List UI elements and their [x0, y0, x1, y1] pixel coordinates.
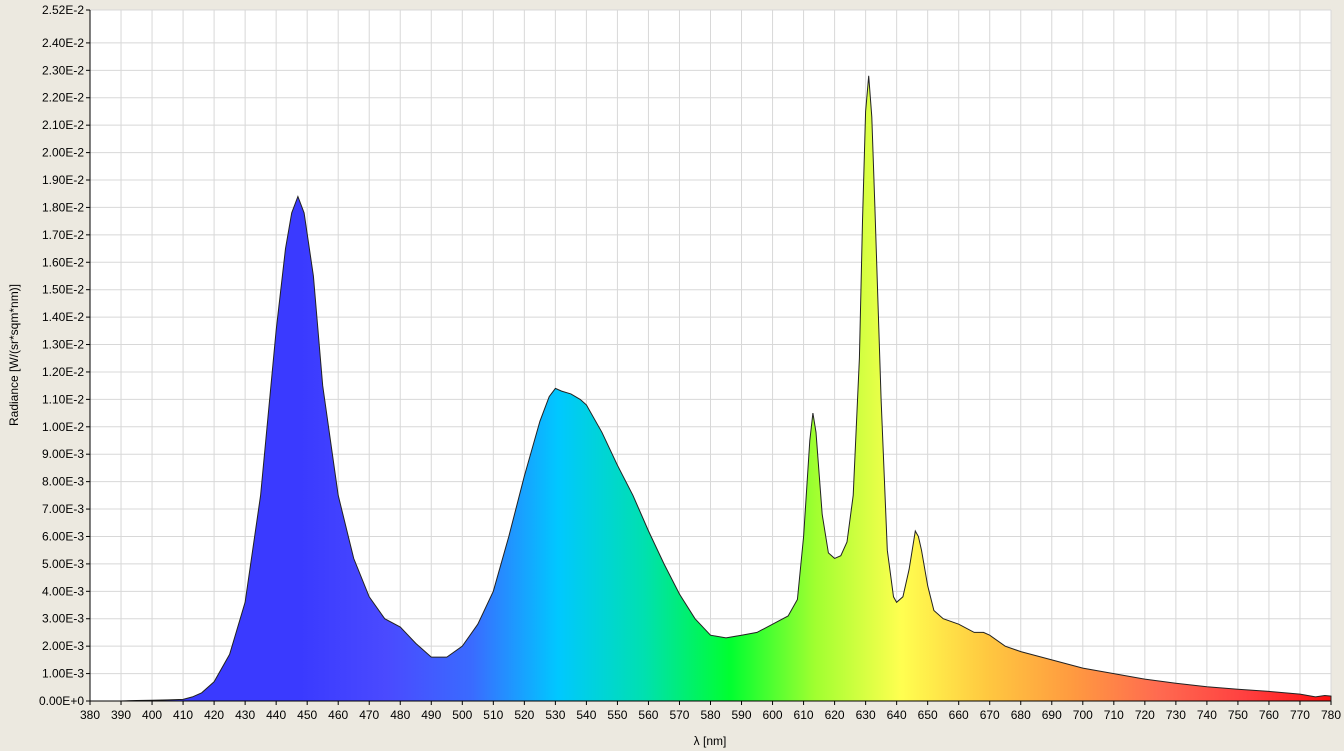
- y-tick-label: 1.00E-2: [42, 420, 84, 434]
- x-tick-label: 380: [80, 708, 100, 722]
- x-tick-label: 720: [1135, 708, 1155, 722]
- x-tick-label: 670: [980, 708, 1000, 722]
- x-tick-label: 640: [887, 708, 907, 722]
- x-tick-label: 580: [700, 708, 720, 722]
- y-tick-label: 9.00E-3: [42, 447, 84, 461]
- x-tick-label: 490: [421, 708, 441, 722]
- y-tick-label: 4.00E-3: [42, 584, 84, 598]
- x-tick-label: 510: [483, 708, 503, 722]
- y-tick-label: 2.10E-2: [42, 118, 84, 132]
- y-tick-label: 1.20E-2: [42, 365, 84, 379]
- x-tick-label: 550: [607, 708, 627, 722]
- x-tick-label: 480: [390, 708, 410, 722]
- x-tick-label: 770: [1290, 708, 1310, 722]
- x-tick-label: 650: [918, 708, 938, 722]
- x-tick-label: 570: [669, 708, 689, 722]
- y-tick-label: 2.00E-3: [42, 639, 84, 653]
- x-tick-label: 450: [297, 708, 317, 722]
- x-tick-label: 760: [1259, 708, 1279, 722]
- x-tick-label: 750: [1228, 708, 1248, 722]
- x-tick-label: 780: [1321, 708, 1341, 722]
- x-tick-label: 540: [576, 708, 596, 722]
- x-tick-label: 630: [856, 708, 876, 722]
- x-tick-label: 620: [825, 708, 845, 722]
- y-tick-label: 1.90E-2: [42, 173, 84, 187]
- y-tick-label: 1.60E-2: [42, 255, 84, 269]
- y-tick-label: 1.80E-2: [42, 200, 84, 214]
- y-tick-label: 3.00E-3: [42, 612, 84, 626]
- y-tick-label: 5.00E-3: [42, 557, 84, 571]
- y-tick-label: 2.52E-2: [42, 3, 84, 17]
- radiance-spectrum-chart: 0.00E+0 1.00E-3 2.00E-3 3.00E-3 4.00E-3 5.00E…: [7, 3, 1341, 748]
- x-tick-label: 740: [1197, 708, 1217, 722]
- x-tick-label: 390: [111, 708, 131, 722]
- x-tick-label: 560: [638, 708, 658, 722]
- y-tick-label: 1.50E-2: [42, 283, 84, 297]
- y-tick-label: 0.00E+0: [39, 694, 84, 708]
- x-tick-label: 700: [1073, 708, 1093, 722]
- x-tick-label: 420: [204, 708, 224, 722]
- y-tick-label: 6.00E-3: [42, 529, 84, 543]
- x-tick-label: 690: [1042, 708, 1062, 722]
- x-tick-label: 520: [514, 708, 534, 722]
- x-tick-label: 680: [1011, 708, 1031, 722]
- x-tick-label: 530: [545, 708, 565, 722]
- x-tick-label: 470: [359, 708, 379, 722]
- y-tick-label: 2.40E-2: [42, 36, 84, 50]
- x-tick-label: 430: [235, 708, 255, 722]
- y-tick-labels: 0.00E+0 1.00E-3 2.00E-3 3.00E-3 4.00E-3 5.00E…: [39, 3, 84, 708]
- x-tick-label: 590: [732, 708, 752, 722]
- x-tick-label: 440: [266, 708, 286, 722]
- y-tick-label: 2.30E-2: [42, 63, 84, 77]
- y-tick-label: 2.20E-2: [42, 91, 84, 105]
- x-tick-labels: 380 390 400 410 420 430 440 450 460 470 480 490 500 5…: [80, 708, 1341, 722]
- y-tick-label: 7.00E-3: [42, 502, 84, 516]
- x-tick-label: 410: [173, 708, 193, 722]
- y-axis-title: Radiance [W/(sr*sqm*nm)]: [7, 284, 21, 426]
- x-tick-label: 730: [1166, 708, 1186, 722]
- y-tick-label: 1.70E-2: [42, 228, 84, 242]
- y-tick-label: 8.00E-3: [42, 475, 84, 489]
- x-tick-label: 600: [763, 708, 783, 722]
- y-tick-label: 2.00E-2: [42, 146, 84, 160]
- y-tick-label: 1.00E-3: [42, 667, 84, 681]
- y-tick-label: 1.40E-2: [42, 310, 84, 324]
- x-tick-label: 710: [1104, 708, 1124, 722]
- x-tick-label: 400: [142, 708, 162, 722]
- x-tick-label: 500: [452, 708, 472, 722]
- x-axis-title: λ [nm]: [694, 734, 727, 748]
- y-tick-label: 1.10E-2: [42, 392, 84, 406]
- x-tick-label: 610: [794, 708, 814, 722]
- x-tick-label: 660: [949, 708, 969, 722]
- x-tick-label: 460: [328, 708, 348, 722]
- y-tick-label: 1.30E-2: [42, 338, 84, 352]
